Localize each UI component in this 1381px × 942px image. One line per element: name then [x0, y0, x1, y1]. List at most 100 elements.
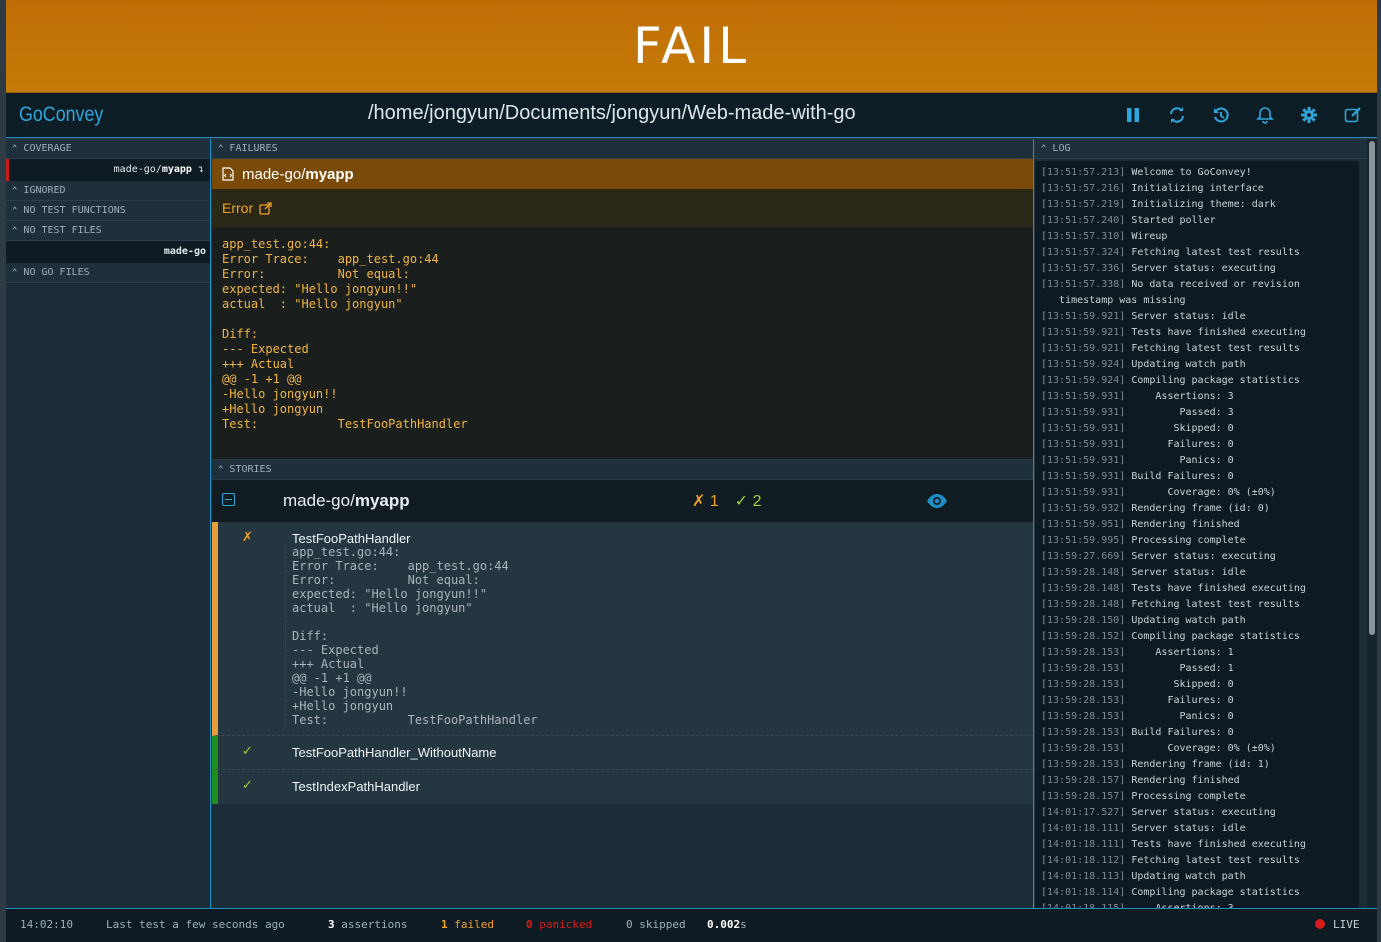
footer-time: 14:02:10: [20, 918, 73, 931]
top-bar: GoConvey /home/jongyun/Documents/jongyun…: [6, 93, 1377, 138]
stories-header[interactable]: ⌃ STORIES: [212, 460, 1033, 480]
log-message: Updating watch path: [1125, 871, 1246, 882]
log-line: [13:59:28.153] Skipped: 0: [1041, 677, 1359, 693]
log-message: Fetching latest test results: [1125, 247, 1300, 258]
log-message: Fetching latest test results: [1125, 855, 1300, 866]
story-item[interactable]: ✗ TestFooPathHandler app_test.go:44: Err…: [212, 522, 1033, 736]
log-line: [13:59:28.153] Failures: 0: [1041, 693, 1359, 709]
log-message: Coverage: 0% (±0%): [1125, 487, 1276, 498]
log-message: Skipped: 0: [1125, 679, 1234, 690]
log-timestamp: [13:51:59.921]: [1041, 343, 1126, 354]
failure-package-header[interactable]: made-go/myapp: [212, 159, 1033, 189]
log-timestamp: [13:59:28.157]: [1041, 791, 1126, 802]
log-line: [13:51:57.338] No data received or revis…: [1041, 277, 1359, 293]
coverage-header[interactable]: ⌃ COVERAGE: [6, 139, 210, 159]
logo[interactable]: GoConvey: [19, 103, 103, 127]
log-line: [13:51:59.931] Passed: 3: [1041, 405, 1359, 421]
log-line: timestamp was missing: [1041, 293, 1359, 309]
log-message: Processing complete: [1125, 535, 1246, 546]
log-message: Tests have finished executing: [1125, 327, 1306, 338]
error-link[interactable]: Error: [212, 189, 1033, 227]
failures-header[interactable]: ⌃ FAILURES: [212, 139, 1033, 159]
refresh-icon[interactable]: [1167, 105, 1187, 125]
log-message: Server status: executing: [1125, 807, 1276, 818]
log-message: Failures: 0: [1125, 439, 1234, 450]
no-go-files-label: NO GO FILES: [23, 266, 90, 278]
ignored-header[interactable]: ⌃ IGNORED: [6, 181, 210, 201]
log-message: Rendering frame (id: 0): [1125, 503, 1270, 514]
file-code-icon: [222, 167, 234, 181]
gear-icon[interactable]: [1299, 105, 1319, 125]
failed-label: failed: [454, 918, 494, 931]
pause-icon[interactable]: [1123, 105, 1143, 125]
failure-pkg-name: myapp: [305, 165, 354, 183]
log-line: [13:59:27.669] Server status: executing: [1041, 549, 1359, 565]
collapse-icon[interactable]: [222, 493, 235, 506]
edit-icon[interactable]: [1343, 105, 1363, 125]
log-message: Assertions: 3: [1125, 391, 1234, 402]
no-go-files-header[interactable]: ⌃ NO GO FILES: [6, 263, 210, 283]
no-test-functions-header[interactable]: ⌃ NO TEST FUNCTIONS: [6, 201, 210, 221]
pass-mark-icon: ✓: [242, 778, 253, 793]
eye-icon[interactable]: [926, 493, 948, 514]
log-timestamp: [13:51:59.931]: [1041, 439, 1126, 450]
log-message: Fetching latest test results: [1125, 343, 1300, 354]
log-message: Build Failures: 0: [1125, 727, 1234, 738]
log-timestamp: [13:51:59.931]: [1041, 423, 1126, 434]
log-line: [13:59:28.153] Panics: 0: [1041, 709, 1359, 725]
log-timestamp: [13:59:28.150]: [1041, 615, 1126, 626]
scrollbar-thumb[interactable]: [1369, 141, 1375, 635]
coverage-item[interactable]: made-go/myapp ↴: [6, 159, 210, 181]
no-test-files-item[interactable]: made-go: [6, 241, 210, 263]
log-line: [14:01:18.112] Fetching latest test resu…: [1041, 853, 1359, 869]
log-timestamp: [13:59:28.148]: [1041, 599, 1126, 610]
panicked-label: panicked: [539, 918, 593, 931]
log-panel: ⌃ LOG [13:51:57.213] Welcome to GoConvey…: [1035, 139, 1367, 908]
bell-icon[interactable]: [1255, 105, 1275, 125]
no-test-files-header[interactable]: ⌃ NO TEST FILES: [6, 221, 210, 241]
log-line: [13:51:59.931] Failures: 0: [1041, 437, 1359, 453]
log-message: Welcome to GoConvey!: [1125, 167, 1252, 178]
log-message: Panics: 0: [1125, 711, 1234, 722]
log-timestamp: [13:59:27.669]: [1041, 551, 1126, 562]
log-message: Fetching latest test results: [1125, 599, 1300, 610]
stories-label: STORIES: [229, 463, 272, 475]
log-scrollbar[interactable]: [1367, 139, 1377, 908]
log-line: [13:51:59.931] Skipped: 0: [1041, 421, 1359, 437]
log-timestamp: [13:51:59.921]: [1041, 311, 1126, 322]
skipped-count: 0: [626, 918, 633, 931]
log-message: Panics: 0: [1125, 455, 1234, 466]
ignored-label: IGNORED: [23, 184, 66, 196]
assertions-label: assertions: [341, 918, 408, 931]
assertions-count: 3: [328, 918, 335, 931]
live-indicator[interactable]: LIVE: [1315, 918, 1360, 931]
log-timestamp: [13:51:57.213]: [1041, 167, 1126, 178]
story-name: TestFooPathHandler: [292, 531, 411, 546]
story-item[interactable]: ✓ TestIndexPathHandler: [212, 770, 1033, 804]
chevron-up-icon: ⌃: [218, 143, 224, 154]
log-timestamp: [13:59:28.157]: [1041, 775, 1126, 786]
log-line: [13:51:57.219] Initializing theme: dark: [1041, 197, 1359, 213]
log-line: [14:01:18.115] Assertions: 3: [1041, 901, 1359, 908]
log-line: [13:51:59.924] Updating watch path: [1041, 357, 1359, 373]
log-timestamp: [13:59:28.152]: [1041, 631, 1126, 642]
watch-path[interactable]: /home/jongyun/Documents/jongyun/Web-made…: [368, 102, 856, 125]
footer-duration: 0.002s: [707, 918, 747, 931]
story-package-name: made-go/myapp: [283, 491, 410, 511]
log-timestamp: [13:59:28.148]: [1041, 583, 1126, 594]
story-item[interactable]: ✓ TestFooPathHandler_WithoutName: [212, 736, 1033, 770]
log-line: [13:51:57.336] Server status: executing: [1041, 261, 1359, 277]
log-timestamp: [14:01:18.111]: [1041, 839, 1126, 850]
coverage-pkg-name: myapp: [161, 164, 192, 175]
log-message: Wireup: [1125, 231, 1168, 242]
log-line: [13:51:57.324] Fetching latest test resu…: [1041, 245, 1359, 261]
log-timestamp: [13:51:57.336]: [1041, 263, 1126, 274]
status-text: FAIL: [633, 17, 750, 75]
history-icon[interactable]: [1211, 105, 1231, 125]
log-line: [13:59:28.157] Rendering finished: [1041, 773, 1359, 789]
log-label: LOG: [1052, 142, 1071, 154]
log-header[interactable]: ⌃ LOG: [1035, 139, 1367, 159]
log-line: [13:51:59.995] Processing complete: [1041, 533, 1359, 549]
story-detail: app_test.go:44: Error Trace: app_test.go…: [285, 545, 538, 727]
log-line: [13:51:59.931] Assertions: 3: [1041, 389, 1359, 405]
